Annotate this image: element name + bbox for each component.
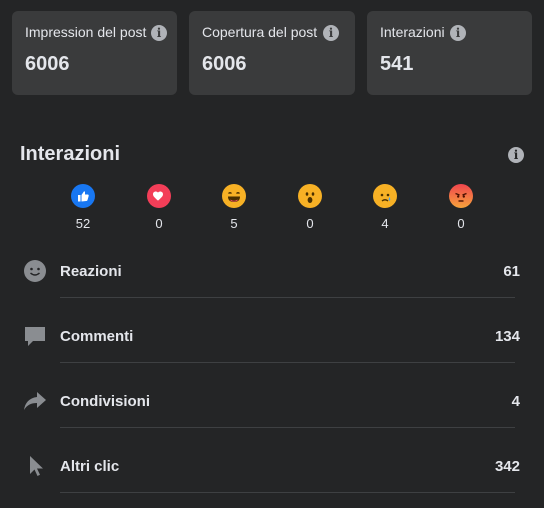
- reactions-row: 52 0 5 0 4 0: [0, 184, 544, 234]
- reaction-haha: 5: [214, 184, 254, 231]
- reaction-count: 0: [306, 216, 314, 231]
- metric-label: Condivisioni: [60, 393, 150, 410]
- metric-value: 342: [494, 458, 520, 475]
- metric-value: 134: [494, 328, 520, 345]
- stat-card-reach: Copertura del post i 6006: [189, 11, 355, 95]
- metric-label: Reazioni: [60, 263, 122, 280]
- reaction-wow: 0: [290, 184, 330, 231]
- metric-value: 61: [503, 263, 520, 280]
- reaction-count: 52: [75, 216, 91, 231]
- reaction-count: 5: [230, 216, 238, 231]
- stat-card-impressions: Impression del post i 6006: [12, 11, 177, 95]
- comment-icon: [22, 323, 48, 349]
- cursor-icon: [22, 453, 48, 479]
- reaction-love: 0: [139, 184, 179, 231]
- metric-label: Altri clic: [60, 458, 120, 475]
- divider: [60, 297, 515, 298]
- info-icon[interactable]: i: [151, 25, 167, 41]
- wow-icon: [298, 184, 322, 208]
- smiley-icon: [22, 258, 48, 284]
- reaction-sad: 4: [365, 184, 405, 231]
- reaction-angry: 0: [441, 184, 481, 231]
- reaction-count: 4: [381, 216, 389, 231]
- metric-row-comments[interactable]: Commenti 134: [22, 323, 520, 363]
- stat-value: 6006: [25, 53, 70, 75]
- stat-value: 6006: [202, 53, 247, 75]
- metric-value: 4: [511, 393, 520, 410]
- haha-icon: [222, 184, 246, 208]
- info-icon[interactable]: i: [450, 25, 466, 41]
- share-icon: [22, 388, 48, 414]
- sad-icon: [373, 184, 397, 208]
- metric-row-shares[interactable]: Condivisioni 4: [22, 388, 520, 428]
- section-title: Interazioni: [20, 143, 121, 165]
- divider: [60, 492, 515, 493]
- angry-icon: [449, 184, 473, 208]
- divider: [60, 427, 515, 428]
- divider: [60, 362, 515, 363]
- reaction-count: 0: [457, 216, 465, 231]
- love-icon: [147, 184, 171, 208]
- info-icon[interactable]: i: [323, 25, 339, 41]
- metric-label: Commenti: [60, 328, 134, 345]
- stat-label: Interazioni: [380, 24, 445, 40]
- metric-row-other-clicks[interactable]: Altri clic 342: [22, 453, 520, 493]
- stat-label: Copertura del post: [202, 24, 318, 40]
- like-icon: [71, 184, 95, 208]
- stat-value: 541: [380, 53, 414, 75]
- stat-label: Impression del post: [25, 24, 147, 40]
- info-icon[interactable]: i: [508, 147, 524, 163]
- metric-row-reactions[interactable]: Reazioni 61: [22, 258, 520, 298]
- reaction-count: 0: [155, 216, 163, 231]
- reaction-like: 52: [63, 184, 103, 231]
- stat-card-interactions: Interazioni i 541: [367, 11, 532, 95]
